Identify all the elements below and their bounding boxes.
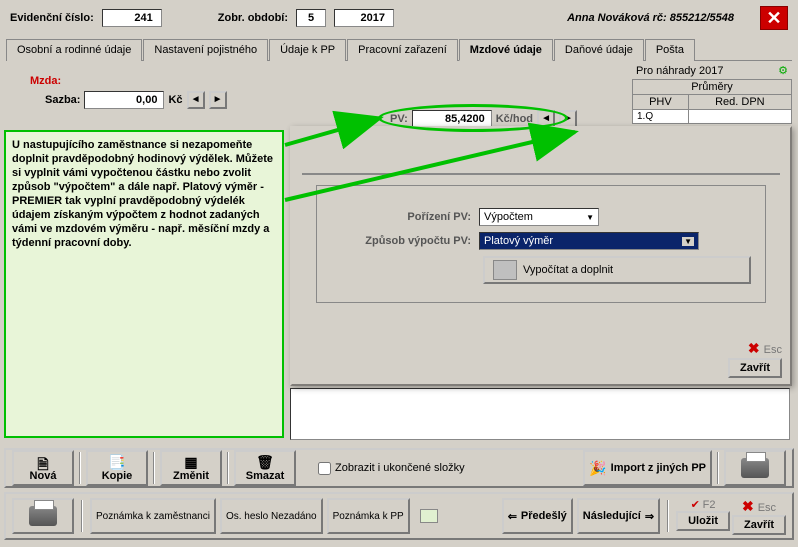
tab-personal[interactable]: Osobní a rodinné údaje (6, 39, 142, 61)
printer-icon (741, 458, 769, 478)
sazba-value[interactable]: 0,00 (84, 91, 164, 109)
tab-tax[interactable]: Daňové údaje (554, 39, 644, 61)
close-icon: ✖ (742, 498, 754, 514)
components-list[interactable] (290, 388, 790, 440)
pp-note-button[interactable]: Poznámka k PP (327, 498, 410, 534)
copy-button[interactable]: 📑Kopie (86, 450, 148, 486)
averages-panel: Pro náhrady 2017 ⚙ Průměry PHV Red. DPN … (632, 62, 792, 124)
pv-calc-label: Způsob výpočtu PV: (331, 235, 471, 247)
delete-button[interactable]: 🗑Smazat (234, 450, 296, 486)
print-button-1[interactable] (724, 450, 786, 486)
evidence-number-value: 241 (102, 9, 162, 27)
toolbar-main: Poznámka k zaměstnanci Os. heslo Nezadán… (4, 492, 794, 540)
password-button[interactable]: Os. heslo Nezadáno (220, 498, 323, 534)
pv-mode-label: Pořízení PV: (331, 211, 471, 223)
save-icon: ✔ (691, 499, 700, 511)
pv-dialog: Pořízení PV: Výpočtem▼ Způsob výpočtu PV… (290, 126, 792, 386)
import-button[interactable]: 🎉 Import z jiných PP (583, 450, 712, 486)
tab-work[interactable]: Pracovní zařazení (347, 39, 458, 61)
main-close-button[interactable]: Zavřít (732, 515, 786, 535)
show-ended-checkbox[interactable]: Zobrazit i ukončené složky (318, 462, 465, 475)
next-button[interactable]: Následující⇒ (577, 498, 660, 534)
calculator-icon (493, 260, 517, 280)
averages-settings-icon[interactable]: ⚙ (778, 64, 788, 77)
averages-col-dpn: Red. DPN (688, 95, 791, 110)
new-button[interactable]: 🗎Nová (12, 450, 74, 486)
calculate-button[interactable]: Vypočítat a doplnit (483, 256, 751, 284)
copy-icon: 📑 (108, 454, 125, 470)
sazba-unit: Kč (168, 94, 182, 106)
tab-pp[interactable]: Údaje k PP (269, 39, 346, 61)
edit-icon: ▦ (184, 454, 197, 470)
print-button-2[interactable] (12, 498, 74, 534)
toolbar-components: 🗎Nová 📑Kopie ▦Změnit 🗑Smazat Zobrazit i … (4, 448, 794, 488)
sazba-prev-button[interactable]: ◄ (187, 91, 205, 109)
period-year[interactable]: 2017 (334, 9, 394, 27)
dialog-close-button[interactable]: Zavřít (728, 358, 782, 378)
employee-note-button[interactable]: Poznámka k zaměstnanci (90, 498, 216, 534)
import-icon: 🎉 (589, 460, 606, 476)
previous-button[interactable]: ⇐Předešlý (502, 498, 573, 534)
pv-unit: Kč/hod (496, 113, 533, 125)
hint-tooltip: U nastupujícího zaměstnance si nezapomeň… (4, 130, 284, 438)
save-button[interactable]: Uložit (676, 511, 730, 531)
printer-icon (29, 506, 57, 526)
period-month[interactable]: 5 (296, 9, 326, 27)
averages-header: Průměry (633, 80, 792, 95)
tab-bar: Osobní a rodinné údaje Nastavení pojistn… (6, 38, 792, 61)
pv-mode-select[interactable]: Výpočtem▼ (479, 208, 599, 226)
tab-insurance[interactable]: Nastavení pojistného (143, 39, 268, 61)
evidence-number-label: Evidenční číslo: (10, 12, 94, 24)
sazba-next-button[interactable]: ► (209, 91, 227, 109)
arrow-right-icon: ⇒ (645, 510, 654, 523)
close-icon: ✖ (748, 340, 760, 356)
pv-label: PV: (390, 113, 408, 125)
delete-icon: 🗑 (256, 454, 274, 470)
color-indicator (420, 509, 438, 523)
person-name: Anna Nováková rč: 855212/5548 (567, 12, 734, 24)
averages-title: Pro náhrady 2017 (636, 65, 723, 77)
close-window-button[interactable]: ✕ (760, 6, 788, 30)
tab-mail[interactable]: Pošta (645, 39, 695, 61)
pv-calc-select[interactable]: Platový výměr▼ (479, 232, 699, 250)
averages-row-1q: 1.Q (633, 110, 689, 124)
tab-wage[interactable]: Mzdové údaje (459, 39, 553, 61)
arrow-left-icon: ⇐ (508, 510, 517, 523)
period-label: Zobr. období: (218, 12, 288, 24)
averages-col-phv: PHV (633, 95, 689, 110)
new-icon: 🗎 (37, 454, 48, 470)
edit-button[interactable]: ▦Změnit (160, 450, 222, 486)
sazba-label: Sazba: (45, 94, 80, 106)
